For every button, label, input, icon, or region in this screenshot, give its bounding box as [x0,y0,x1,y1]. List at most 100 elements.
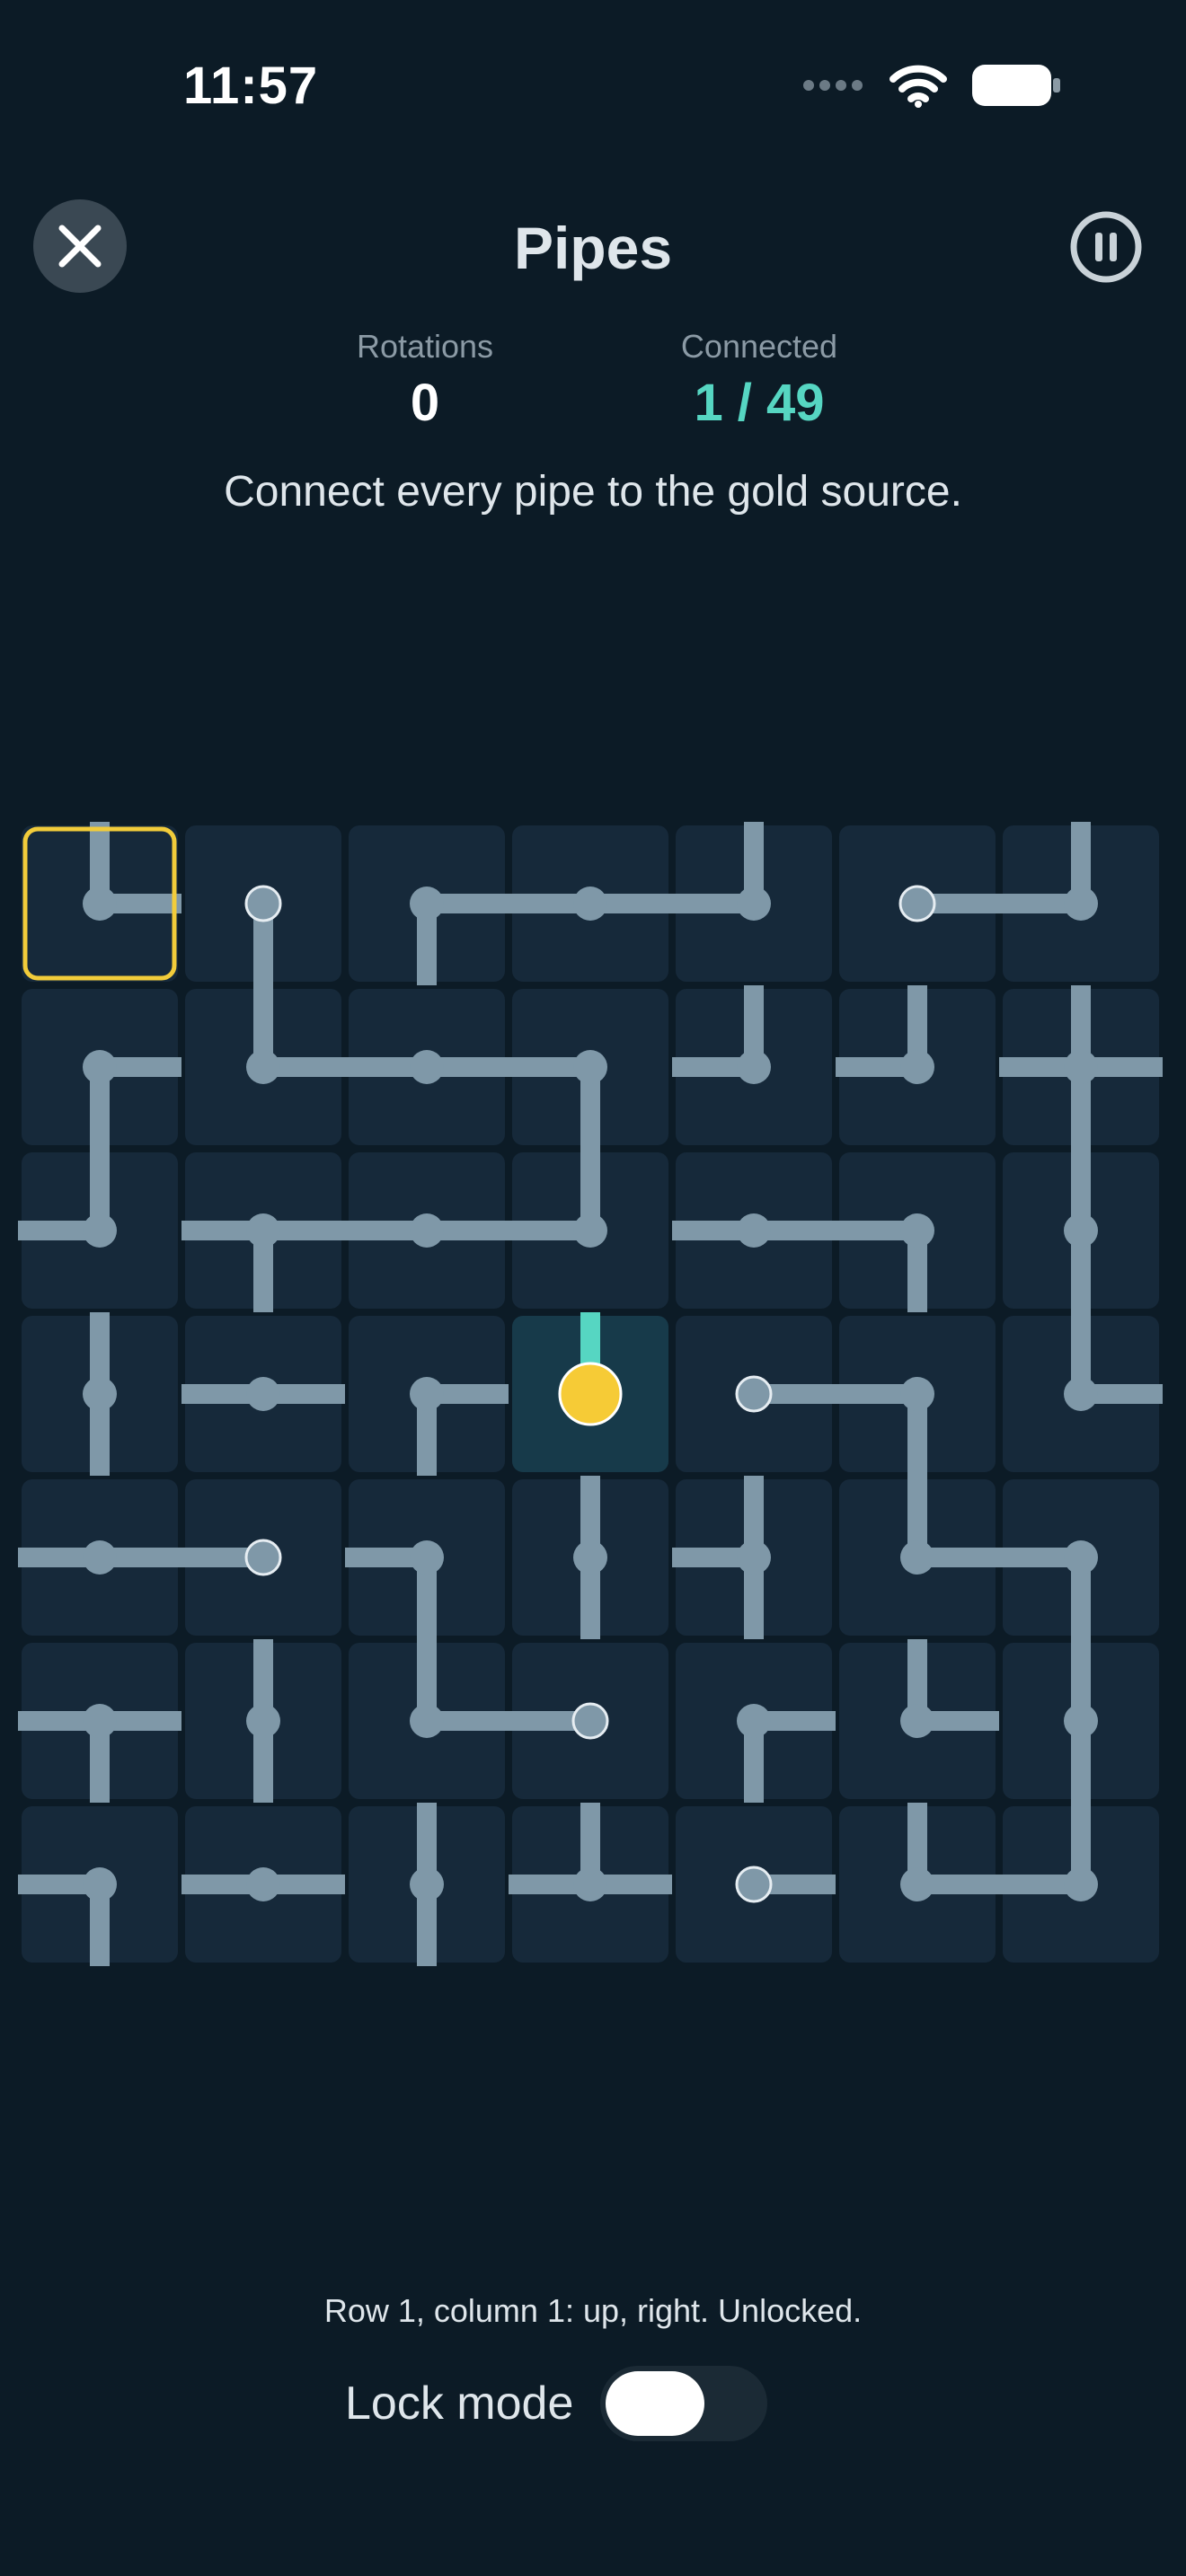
pipe-tile-r2-c3[interactable] [345,989,509,1145]
pipe-joint [410,1377,444,1411]
pipe-joint [1064,1213,1098,1248]
lock-mode-label: Lock mode [345,2378,574,2430]
pipe-tile-r4-c3[interactable] [349,1316,509,1476]
header: Pipes [0,198,1186,296]
pipe-joint [900,1704,934,1738]
pipe-tile-r5-c5[interactable] [672,1476,832,1639]
pipe-joint [573,887,607,921]
pipe-joint [83,1540,117,1575]
pipe-joint [900,1540,934,1575]
pipe-tile-r2-c5[interactable] [672,985,832,1145]
pipe-tile-r6-c2[interactable] [185,1639,341,1803]
toggle-knob [606,2371,704,2436]
pipe-tile-r6-c7[interactable] [1003,1639,1159,1803]
pipe-tile-r2-c4[interactable] [509,989,668,1149]
pipe-tile-r7-c2[interactable] [181,1806,345,1963]
pipe-tile-r6-c3[interactable] [349,1639,509,1799]
pipe-tile-r1-c7[interactable] [999,822,1159,982]
pipe-joint [410,1213,444,1248]
pipe-joint [83,1867,117,1901]
pipe-tile-r3-c1[interactable] [18,1149,178,1309]
pipe-tile-r2-c7[interactable] [999,985,1163,1149]
status-icons [801,63,1060,108]
pipe-tile-r1-c4[interactable] [509,825,672,982]
pipe-endpoint [244,1539,282,1576]
pipe-tile-r3-c7[interactable] [1003,1149,1159,1312]
pipe-tile-r1-c5[interactable] [672,822,832,982]
pipe-tile-r6-c6[interactable] [839,1639,999,1799]
pipe-joint [246,1050,280,1084]
pipe-joint [573,1867,607,1901]
pipe-tile-r2-c2[interactable] [185,985,345,1145]
pipe-tile-r4-c6[interactable] [836,1316,996,1476]
pipe-tile-r1-c1[interactable] [22,822,181,982]
pipe-joint [737,1540,771,1575]
connected-label: Connected [680,328,838,365]
pipe-tile-r3-c4[interactable] [509,1149,668,1309]
pipe-tile-r4-c7[interactable] [1003,1312,1163,1472]
pause-icon [1070,211,1142,283]
pipe-joint [410,1050,444,1084]
pipe-tile-r7-c1[interactable] [18,1806,178,1966]
pipe-joint [737,1704,771,1738]
pipe-tile-r5-c2[interactable] [181,1479,341,1636]
rotations-value: 0 [410,374,440,432]
pipe-tile-r7-c3[interactable] [349,1803,505,1966]
pipe-joint [410,1867,444,1901]
pipe-tile-r1-c2[interactable] [185,825,341,985]
rotations-stat: Rotations 0 [281,328,569,433]
pipe-tile-r6-c4[interactable] [509,1643,668,1799]
pipe-tile-r7-c5[interactable] [676,1806,836,1963]
pause-button[interactable] [1069,210,1143,284]
pipe-joint [410,887,444,921]
pipe-tile-r2-c6[interactable] [836,985,996,1145]
pipe-joint [900,1050,934,1084]
pipe-tile-r5-c3[interactable] [345,1479,505,1639]
pipe-tile-r4-c2[interactable] [181,1316,345,1472]
pipe-tile-r4-c5[interactable] [676,1316,836,1472]
selection-status: Row 1, column 1: up, right. Unlocked. [323,2292,863,2329]
pipe-tile-r3-c3[interactable] [345,1152,509,1309]
pipe-tile-r6-c5[interactable] [676,1643,836,1803]
pipe-tile-r4-c1[interactable] [22,1312,178,1476]
pipe-joint [1064,887,1098,921]
pipe-tile-r5-c1[interactable] [18,1479,181,1636]
pipe-tile-r5-c6[interactable] [839,1476,999,1636]
pipe-joint [83,1050,117,1084]
pipe-tile-r1-c6[interactable] [839,825,999,982]
hint-text: Connect every pipe to the gold source. [224,468,962,516]
pipe-joint [737,1213,771,1248]
pipe-joint [246,1213,280,1248]
pipe-board [18,822,1163,1966]
pipe-tile-r3-c2[interactable] [181,1152,345,1312]
pipe-tile-r5-c7[interactable] [999,1479,1159,1639]
pipe-joint [573,1213,607,1248]
pipe-tile-r4-c4[interactable] [512,1312,668,1472]
pipe-tile-r1-c3[interactable] [349,825,509,985]
pipe-tile-r3-c6[interactable] [836,1152,996,1312]
status-time: 11:57 [183,57,319,115]
pipe-joint [83,1213,117,1248]
pipe-endpoint [244,885,282,922]
stats: Rotations 0 Connected 1 / 49 [0,328,1186,445]
pipe-tile-r7-c6[interactable] [839,1803,999,1963]
page-title: Pipes [513,215,673,281]
pipe-joint [573,1540,607,1575]
pipe-tile-r7-c4[interactable] [509,1803,672,1963]
pipe-joint [737,887,771,921]
gold-source [558,1362,623,1426]
rotations-label: Rotations [356,328,494,365]
pipe-tile-r5-c4[interactable] [512,1476,668,1639]
pipe-endpoint [898,885,936,922]
pipe-tile-r2-c1[interactable] [22,989,181,1149]
pipe-joint [1064,1867,1098,1901]
pipe-joint [900,1867,934,1901]
lock-mode-toggle[interactable] [600,2366,767,2441]
pipe-joint [83,887,117,921]
pipe-tile-r3-c5[interactable] [672,1152,836,1309]
pipe-joint [1064,1540,1098,1575]
pipe-joint [737,1050,771,1084]
pipe-tile-r6-c1[interactable] [18,1643,181,1803]
pipe-tile-r7-c7[interactable] [999,1803,1159,1963]
connected-value: 1 / 49 [694,374,825,432]
